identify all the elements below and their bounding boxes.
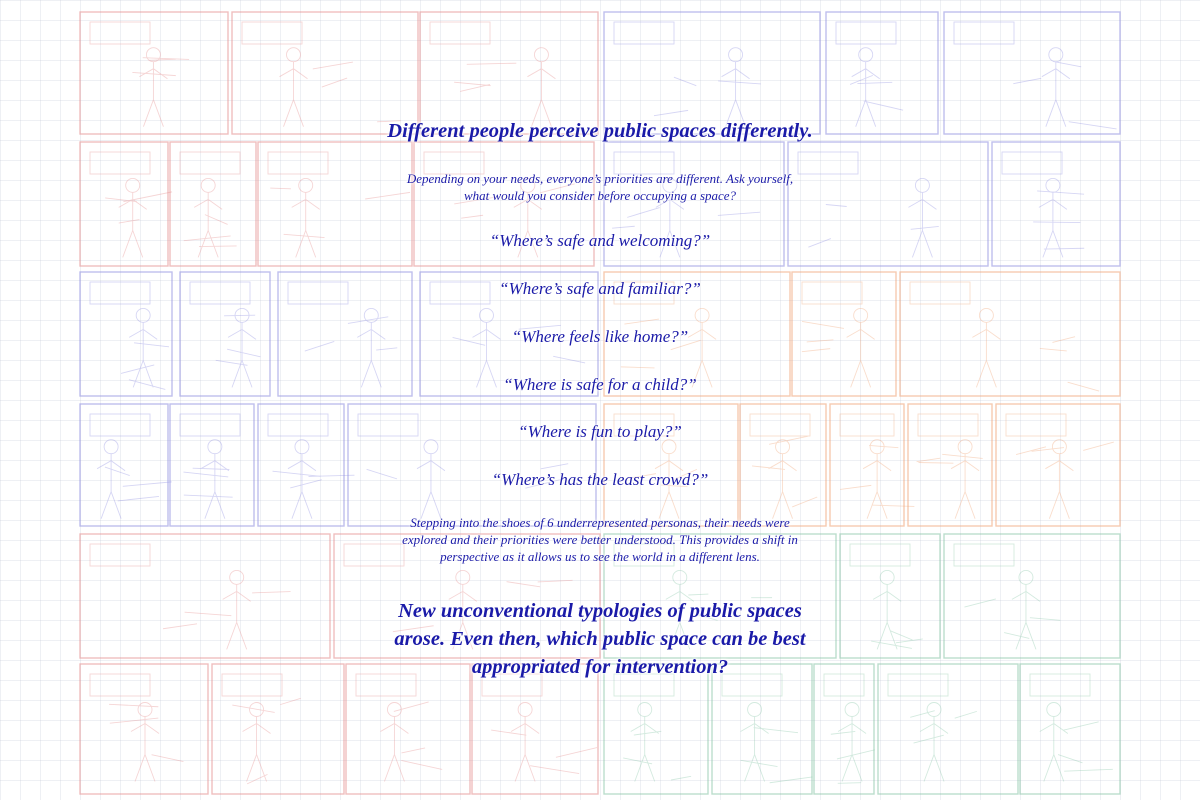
personas-line: Stepping into the shoes of 6 underrepres… — [410, 515, 790, 530]
text-overlay: Different people perceive public spaces … — [0, 0, 1200, 800]
question-feels-like-home: “Where feels like home?” — [511, 327, 689, 346]
question-least-crowd: “Where’s has the least crowd?” — [491, 470, 709, 489]
intro-line: Depending on your needs, everyone’s prio… — [406, 171, 794, 186]
personas-line: perspective as it allows us to see the w… — [440, 549, 760, 564]
question-safe-for-child: “Where is safe for a child?” — [503, 375, 697, 394]
question-safe-familiar: “Where’s safe and familiar?” — [499, 279, 701, 298]
closing-line: New unconventional typologies of public … — [398, 600, 802, 622]
heading: Different people perceive public spaces … — [387, 120, 813, 142]
closing-line: arose. Even then, which public space can… — [394, 628, 806, 650]
closing-statement: New unconventional typologies of public … — [0, 597, 1200, 681]
personas-line: explored and their priorities were bette… — [402, 532, 798, 547]
intro-paragraph: Depending on your needs, everyone’s prio… — [0, 170, 1200, 204]
question-fun-to-play: “Where is fun to play?” — [518, 422, 682, 441]
closing-line: appropriated for intervention? — [471, 656, 729, 678]
personas-paragraph: Stepping into the shoes of 6 underrepres… — [0, 514, 1200, 565]
poster-canvas: Different people perceive public spaces … — [0, 0, 1200, 800]
intro-line: what would you consider before occupying… — [463, 188, 737, 203]
question-safe-welcoming: “Where’s safe and welcoming?” — [489, 231, 711, 250]
